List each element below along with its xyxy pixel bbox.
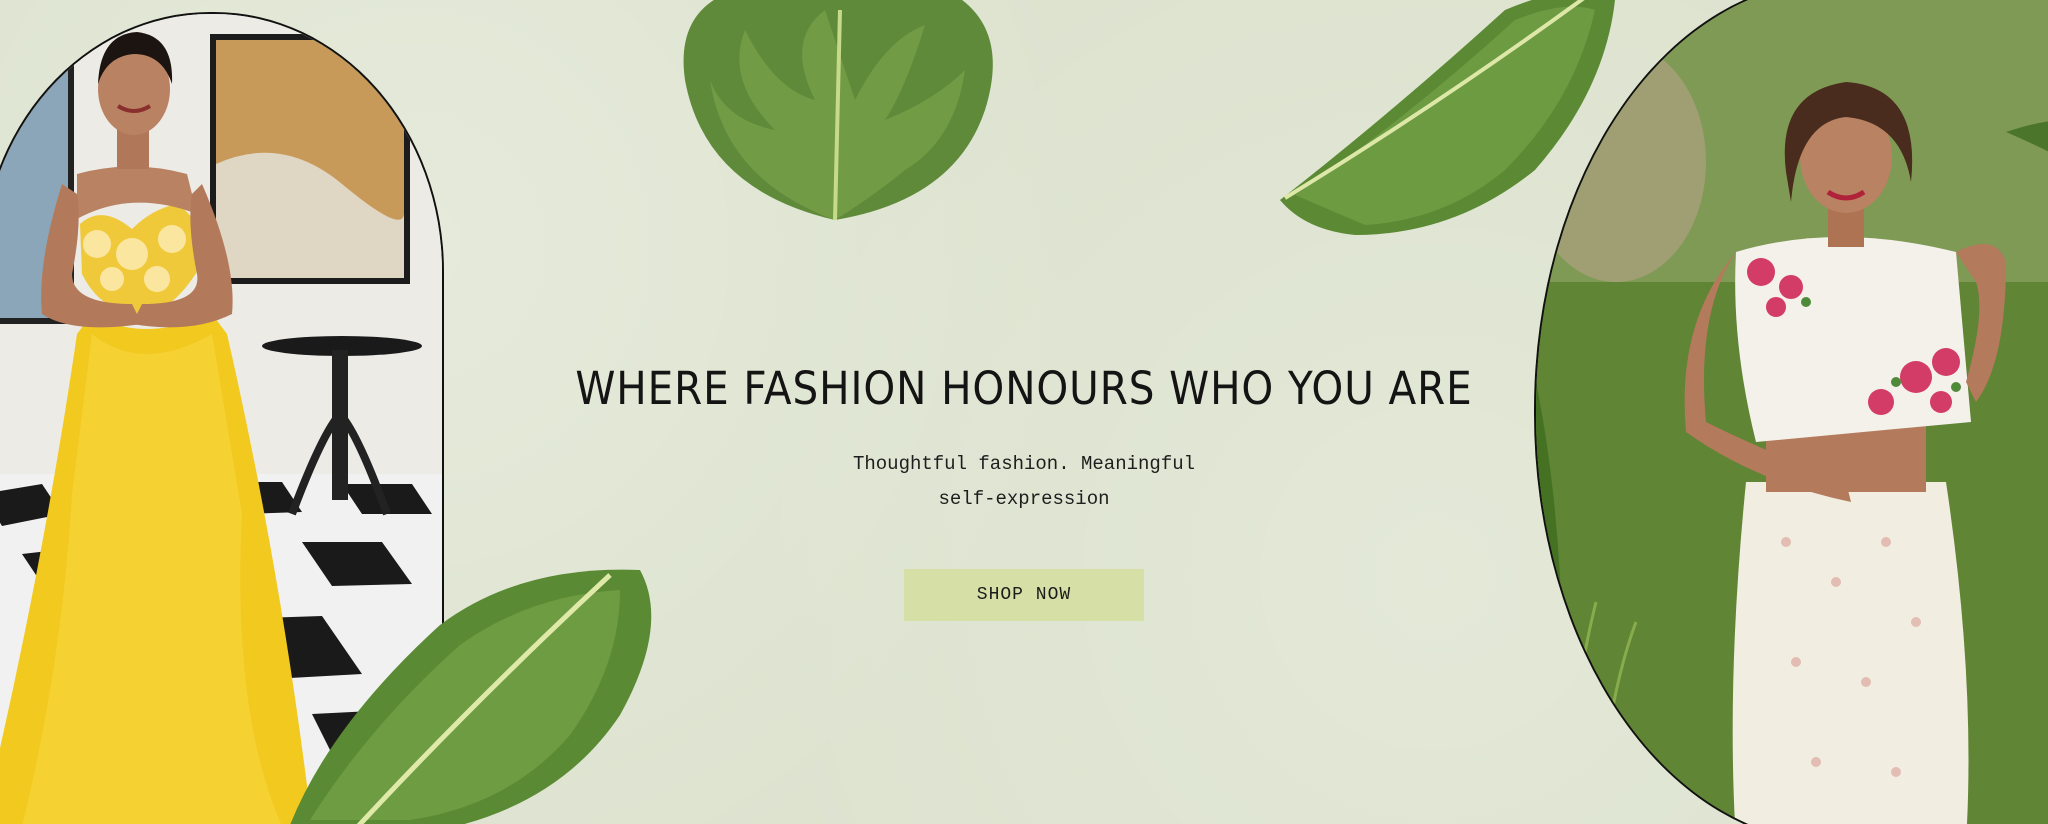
banana-leaf-bottom-illustration — [290, 569, 652, 824]
hero-subtitle-line-2: self-expression — [938, 488, 1110, 510]
hero-subtitle-line-1: Thoughtful fashion. Meaningful — [852, 453, 1196, 475]
banana-leaf-top-right-illustration — [1280, 0, 1615, 235]
hero-subtitle: Thoughtful fashion. Meaningful self-expr… — [760, 447, 1288, 517]
monstera-leaf-top-illustration — [683, 0, 993, 221]
hero-banner: WHERE FASHION HONOURS WHO YOU ARE Though… — [0, 0, 2048, 824]
hero-headline: WHERE FASHION HONOURS WHO YOU ARE — [575, 362, 1473, 415]
shop-now-button[interactable]: SHOP NOW — [904, 569, 1144, 621]
